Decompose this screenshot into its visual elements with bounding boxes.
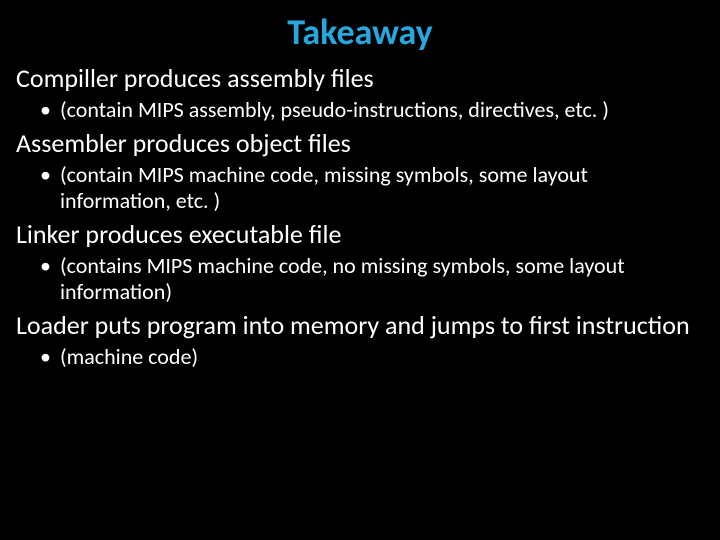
- bullet-list: (contain MIPS assembly, pseudo-instructi…: [16, 97, 704, 123]
- bullet-list: (contains MIPS machine code, no missing …: [16, 253, 704, 305]
- slide-title: Takeaway: [16, 10, 704, 54]
- bullet-item: (contain MIPS assembly, pseudo-instructi…: [60, 97, 704, 123]
- section-heading: Compiller produces assembly files: [16, 64, 704, 93]
- bullet-item: (contain MIPS machine code, missing symb…: [60, 162, 704, 214]
- bullet-list: (contain MIPS machine code, missing symb…: [16, 162, 704, 214]
- section-heading: Linker produces executable file: [16, 220, 704, 249]
- section-heading: Loader puts program into memory and jump…: [16, 311, 704, 340]
- section-heading: Assembler produces object files: [16, 129, 704, 158]
- bullet-list: (machine code): [16, 344, 704, 370]
- bullet-item: (contains MIPS machine code, no missing …: [60, 253, 704, 305]
- bullet-item: (machine code): [60, 344, 704, 370]
